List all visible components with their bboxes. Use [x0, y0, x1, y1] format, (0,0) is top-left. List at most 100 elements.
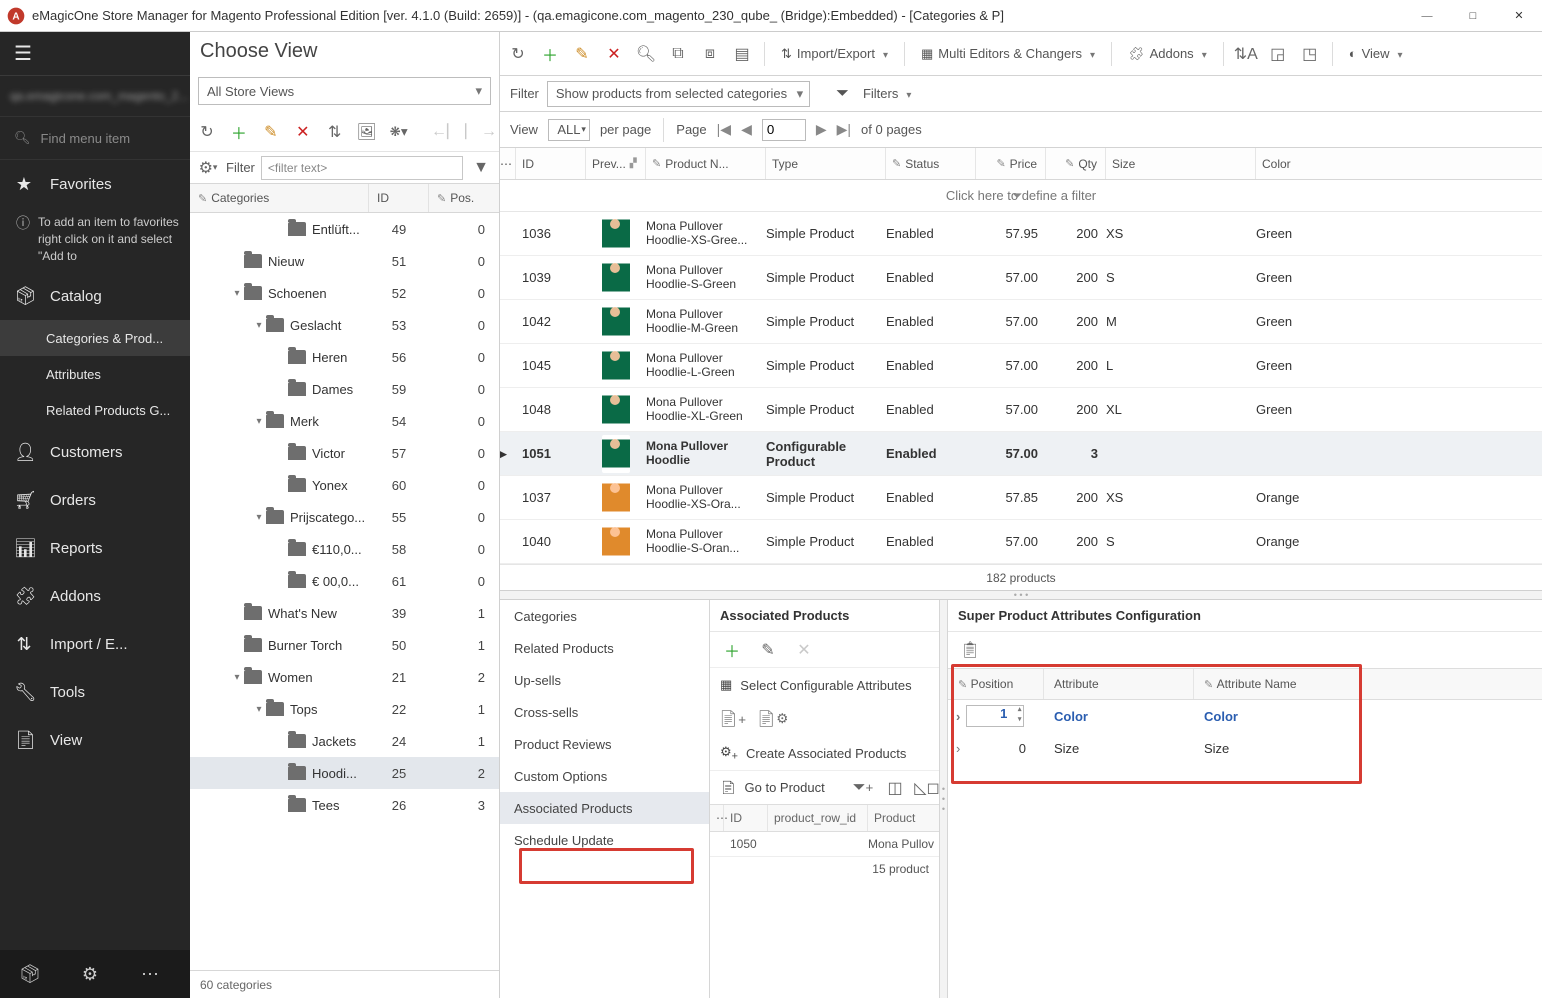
nav-catalog[interactable]: 📦︎Catalog [0, 272, 190, 320]
edit-product-button[interactable]: ✎ [570, 42, 594, 66]
grid-body[interactable]: 1036 Mona PulloverHoodlie-XS-Gree... Sim… [500, 212, 1542, 564]
category-row[interactable]: ▾Prijscatego...550 [190, 501, 499, 533]
category-row[interactable]: Nieuw510 [190, 245, 499, 277]
add-button[interactable]: ＋ [228, 120, 250, 144]
super-attr-row[interactable]: ›0SizeSize [948, 732, 1542, 764]
nav-catalog-categories[interactable]: Categories & Prod... [0, 320, 190, 356]
col-type[interactable]: Type [766, 148, 886, 179]
category-row[interactable]: ▾Tops221 [190, 693, 499, 725]
category-row[interactable]: ▾Geslacht530 [190, 309, 499, 341]
product-row[interactable]: 1039 Mona PulloverHoodlie-S-Green Simple… [500, 256, 1542, 300]
category-row[interactable]: ▾Merk540 [190, 405, 499, 437]
nav-favorites[interactable]: ★Favorites [0, 160, 190, 208]
category-filter-input[interactable]: <filter text> [261, 156, 463, 180]
per-page-select[interactable]: ALL [548, 119, 590, 141]
row-selector-col[interactable]: ⋯ [500, 148, 516, 179]
category-row[interactable]: Heren560 [190, 341, 499, 373]
delete-button[interactable]: ✕ [292, 120, 314, 144]
category-row[interactable]: ▾Schoenen520 [190, 277, 499, 309]
nav-customers[interactable]: 👤︎Customers [0, 428, 190, 476]
settings-button[interactable]: ⚙︎ [60, 950, 120, 998]
category-row[interactable]: Yonex600 [190, 469, 499, 501]
gear-icon[interactable]: ⚙︎▾ [196, 156, 220, 180]
category-row[interactable]: Dames590 [190, 373, 499, 405]
category-row[interactable]: Tees263 [190, 789, 499, 821]
assoc-add-button[interactable]: ＋ [720, 638, 744, 662]
col-price[interactable]: ✎Price [976, 148, 1046, 179]
filter-plus-button[interactable]: ⏷+ [851, 776, 875, 800]
sort-az-button[interactable]: ⇅A [1234, 42, 1258, 66]
filters-menu[interactable]: Filters [857, 80, 917, 108]
col-size[interactable]: Size [1106, 148, 1256, 179]
position-input[interactable]: 1 [966, 705, 1024, 727]
col-id[interactable]: ID [516, 148, 586, 179]
product-row[interactable]: 1040 Mona PulloverHoodlie-S-Oran... Simp… [500, 520, 1542, 564]
assoc-edit-button[interactable]: ✎ [756, 638, 780, 662]
category-row[interactable]: ▾Women212 [190, 661, 499, 693]
nav-addons[interactable]: 🧩︎Addons [0, 572, 190, 620]
product-row[interactable]: 1037 Mona PulloverHoodlie-XS-Ora... Simp… [500, 476, 1542, 520]
export-button[interactable]: 🞼︎▾ [388, 120, 410, 144]
col-qty[interactable]: ✎Qty [1046, 148, 1106, 179]
category-row[interactable]: What's New391 [190, 597, 499, 629]
import-export-menu[interactable]: ⇅Import/Export [775, 40, 894, 68]
image-button[interactable]: 🖼︎ [356, 120, 378, 144]
multi-editors-menu[interactable]: ▦Multi Editors & Changers [915, 40, 1101, 68]
product-row[interactable]: 1042 Mona PulloverHoodlie-M-Green Simple… [500, 300, 1542, 344]
category-row[interactable]: Entlüft...490 [190, 213, 499, 245]
funnel-icon[interactable]: ▼ [469, 156, 493, 180]
indent-right-button[interactable]: ⎸→ [469, 120, 493, 144]
nav-catalog-attributes[interactable]: Attributes [0, 356, 190, 392]
define-filter-row[interactable]: ⏷ Click here to define a filter [500, 180, 1542, 212]
close-button[interactable]: ✕ [1496, 0, 1542, 32]
category-row[interactable]: Victor570 [190, 437, 499, 469]
detail-tab[interactable]: Up-sells [500, 664, 709, 696]
col-color[interactable]: Color [1256, 148, 1542, 179]
page-input[interactable] [762, 119, 806, 141]
assoc-delete-button[interactable]: ✕ [792, 638, 816, 662]
nav-reports[interactable]: 📊︎Reports [0, 524, 190, 572]
detail-tab[interactable]: Product Reviews [500, 728, 709, 760]
add-product-button[interactable]: ＋ [538, 42, 562, 66]
detail-tab[interactable]: Categories [500, 600, 709, 632]
prev-page-button[interactable]: ◀ [741, 121, 752, 138]
edit-button[interactable]: ✎ [260, 120, 282, 144]
horizontal-splitter[interactable]: • • • [500, 590, 1542, 600]
nav-orders[interactable]: 🛒︎Orders [0, 476, 190, 524]
category-tree[interactable]: Entlüft...490Nieuw510▾Schoenen520▾Geslac… [190, 213, 499, 970]
goto-product-button[interactable]: Go to Product [745, 780, 825, 795]
last-page-button[interactable]: ▶| [837, 121, 851, 138]
detail-tab[interactable]: Custom Options [500, 760, 709, 792]
user-block[interactable]: qa.emagicone.com_magento_2...⌄ [0, 76, 190, 116]
nav-view[interactable]: 📄︎View [0, 716, 190, 764]
more-button[interactable]: ⋯ [120, 950, 180, 998]
detail-tab[interactable]: Cross-sells [500, 696, 709, 728]
gear-sheet-button[interactable]: 📄︎⚙ [760, 707, 784, 731]
link-button[interactable]: ◲ [1266, 42, 1290, 66]
category-row[interactable]: € 00,0...610 [190, 565, 499, 597]
indent-left-button[interactable]: ←⎸ [435, 120, 459, 144]
vertical-splitter[interactable]: ••• [940, 600, 948, 998]
refresh-button[interactable]: ↻ [196, 120, 218, 144]
split-button[interactable]: ◺◻ [915, 776, 939, 800]
maximize-button[interactable]: □ [1450, 0, 1496, 32]
next-page-button[interactable]: ▶ [816, 121, 827, 138]
hamburger-button[interactable]: ☰ [0, 32, 190, 76]
detail-tab[interactable]: Related Products [500, 632, 709, 664]
col-prev[interactable]: Prev... ▞ [586, 148, 646, 179]
filter-mode-select[interactable]: Show products from selected categories [547, 81, 810, 107]
category-row[interactable]: Hoodi...252 [190, 757, 499, 789]
scale-button[interactable]: ▤ [730, 42, 754, 66]
search-button[interactable]: 🔍︎ [634, 42, 658, 66]
detail-tab[interactable]: Schedule Update [500, 824, 709, 856]
add-sheet-button[interactable]: 📄︎+ [720, 707, 744, 731]
product-row[interactable]: 1045 Mona PulloverHoodlie-L-Green Simple… [500, 344, 1542, 388]
col-status[interactable]: ✎Status [886, 148, 976, 179]
nav-search[interactable]: 🔍︎ Find menu item [0, 116, 190, 160]
product-row[interactable]: 1036 Mona PulloverHoodlie-XS-Gree... Sim… [500, 212, 1542, 256]
store-button[interactable]: 📦︎ [0, 950, 60, 998]
screen-button[interactable]: ◳ [1298, 42, 1322, 66]
clone-button[interactable]: ⧈ [698, 42, 722, 66]
product-row[interactable]: ▸ 1051 Mona PulloverHoodlie Configurable… [500, 432, 1542, 476]
minimize-button[interactable]: — [1404, 0, 1450, 32]
